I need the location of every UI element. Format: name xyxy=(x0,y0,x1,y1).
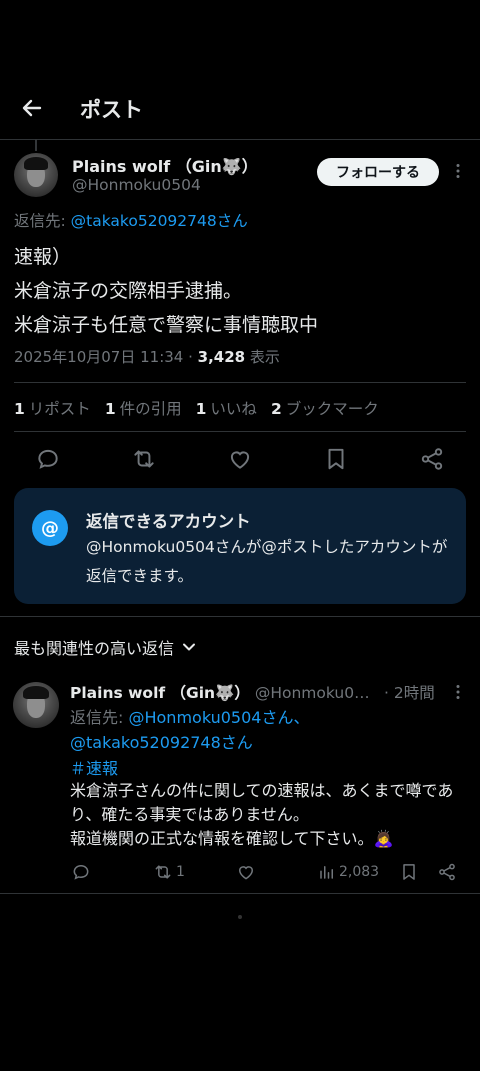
reply-icon xyxy=(73,864,89,880)
author-name[interactable]: Plains wolf （Gin🐺） xyxy=(72,153,258,177)
top-bar: ポスト xyxy=(0,84,480,134)
card-title: 返信できるアカウント xyxy=(86,512,251,531)
thread-connector xyxy=(35,139,37,151)
divider xyxy=(14,431,466,432)
reply-replying-to: 返信先: @Honmoku0504さん、 @takako52092748さん xyxy=(70,708,310,752)
reply-author-handle[interactable]: @Honmoku0… xyxy=(255,684,370,702)
bookmark-icon[interactable] xyxy=(323,446,349,472)
replying-to-link[interactable]: @takako52092748さん xyxy=(71,212,248,230)
reply-author-name[interactable]: Plains wolf （Gin🐺） xyxy=(70,684,250,702)
reply-avatar[interactable] xyxy=(13,682,59,728)
reply-bookmark-button[interactable] xyxy=(399,861,419,883)
reply-author[interactable]: Plains wolf （Gin🐺） @Honmoku0… xyxy=(70,681,370,703)
views-label: 表示 xyxy=(245,348,280,366)
bookmarks-stat[interactable]: 2 ブックマーク xyxy=(271,397,379,419)
more-icon[interactable] xyxy=(449,162,467,180)
more-icon[interactable] xyxy=(449,683,467,701)
header-divider xyxy=(0,139,480,140)
replying-to-link[interactable]: @Honmoku0504さん、 xyxy=(128,708,309,727)
replying-to: 返信先: @takako52092748さん xyxy=(14,212,248,230)
likes-stat[interactable]: 1 いいね xyxy=(196,397,257,419)
back-arrow-icon[interactable] xyxy=(20,96,44,120)
chevron-down-icon xyxy=(183,643,196,651)
page-title: ポスト xyxy=(80,98,143,122)
like-icon xyxy=(238,866,254,880)
replying-to-link[interactable]: @takako52092748さん xyxy=(70,733,253,752)
post-text: 速報） 米倉涼子の交際相手逮捕。 米倉涼子も任意で警察に事情聴取中 xyxy=(14,246,319,336)
like-icon[interactable] xyxy=(227,446,253,472)
author-handle[interactable]: @Honmoku0504 xyxy=(72,176,201,194)
sort-dropdown[interactable]: 最も関連性の高い返信 xyxy=(14,635,196,659)
reply-permission-card: @ 返信できるアカウント @Honmoku0504さんが@ポストしたアカウントが… xyxy=(14,488,466,604)
reply-reply-button[interactable] xyxy=(71,861,91,883)
reply-repost-button[interactable]: 1 xyxy=(153,861,185,883)
divider xyxy=(14,382,466,383)
reply-text: 米倉涼子さんの件に関しての速報は、あくまで噂であり、確たる事実ではありません。 … xyxy=(70,781,454,848)
action-bar xyxy=(0,446,480,474)
divider xyxy=(0,616,480,617)
share-icon xyxy=(439,863,455,881)
divider xyxy=(0,893,480,894)
repost-count: 1 xyxy=(176,864,185,880)
reply-share-button[interactable] xyxy=(437,861,457,883)
repost-icon xyxy=(155,865,171,879)
sort-label: 最も関連性の高い返信 xyxy=(14,639,175,658)
quotes-stat[interactable]: 1 件の引用 xyxy=(105,397,182,419)
views-icon xyxy=(320,866,333,879)
reply-action-bar: 1 2,083 xyxy=(0,861,480,883)
post-meta: 2025年10月07日 11:34 · 3,428 表示 xyxy=(14,346,280,367)
reply-like-button[interactable] xyxy=(236,861,256,883)
hashtag-link[interactable]: ＃速報 xyxy=(70,755,118,779)
post-stats: 1 リポスト 1 件の引用 1 いいね 2 ブックマーク xyxy=(14,397,379,419)
card-body: @Honmoku0504さんが@ポストしたアカウントが返信できます。 xyxy=(86,538,448,585)
bookmark-icon xyxy=(403,864,415,880)
share-icon[interactable] xyxy=(419,446,445,472)
post-timestamp[interactable]: 2025年10月07日 11:34 · xyxy=(14,348,198,366)
loading-indicator xyxy=(238,915,242,919)
at-icon: @ xyxy=(32,510,68,546)
reposts-stat[interactable]: 1 リポスト xyxy=(14,397,91,419)
avatar[interactable] xyxy=(14,153,58,197)
repost-icon[interactable] xyxy=(131,446,157,472)
views-count: 3,428 xyxy=(197,348,246,366)
reply-icon[interactable] xyxy=(35,446,61,472)
reply-time[interactable]: · 2時間 xyxy=(384,681,435,703)
reply-views-button[interactable]: 2,083 xyxy=(318,861,379,883)
follow-button[interactable]: フォローする xyxy=(317,158,439,186)
views-count: 2,083 xyxy=(339,864,380,880)
